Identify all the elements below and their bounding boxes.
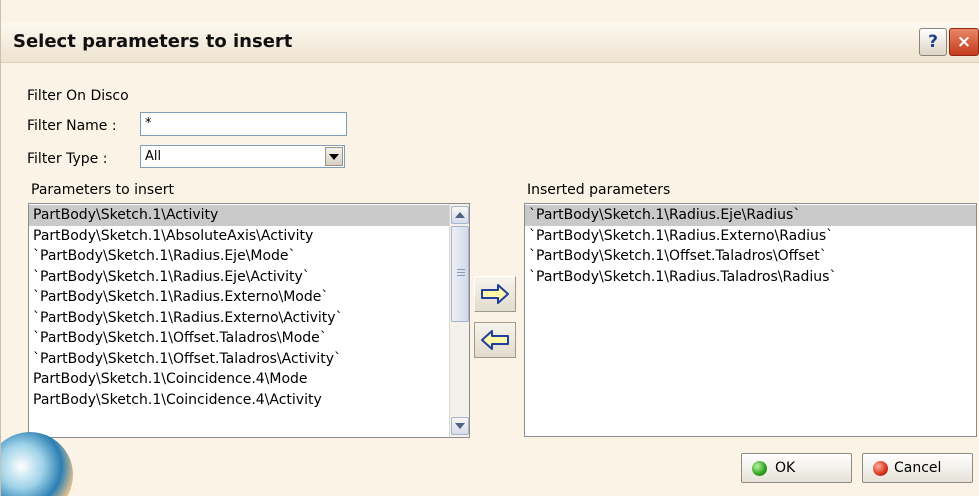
list-item[interactable]: `PartBody\Sketch.1\Radius.Externo\Radius… bbox=[525, 226, 976, 247]
list-item[interactable]: `PartBody\Sketch.1\Radius.Eje\Radius` bbox=[525, 205, 976, 226]
red-dot-icon bbox=[873, 460, 888, 476]
list-item[interactable]: PartBody\Sketch.1\Coincidence.4\Mode bbox=[29, 369, 469, 390]
remove-parameter-button[interactable] bbox=[474, 322, 516, 358]
vertical-scrollbar[interactable] bbox=[449, 204, 469, 437]
app-logo bbox=[1, 432, 73, 496]
scroll-thumb[interactable] bbox=[451, 226, 469, 322]
arrow-right-icon bbox=[481, 284, 509, 304]
chevron-down-icon bbox=[455, 423, 465, 429]
title-bar[interactable]: Select parameters to insert ? × bbox=[1, 23, 979, 63]
grip-line bbox=[457, 269, 465, 270]
help-button[interactable]: ? bbox=[919, 28, 947, 56]
list-item[interactable]: `PartBody\Sketch.1\Offset.Taladros\Mode` bbox=[29, 328, 469, 349]
arrow-left-icon bbox=[481, 330, 509, 350]
dropdown-button[interactable] bbox=[325, 147, 343, 166]
list-item[interactable]: `PartBody\Sketch.1\Radius.Externo\Mode` bbox=[29, 287, 469, 308]
grip-line bbox=[457, 275, 465, 276]
list-item[interactable]: `PartBody\Sketch.1\Radius.Taladros\Radiu… bbox=[525, 267, 976, 288]
green-dot-icon bbox=[752, 460, 767, 476]
filter-name-value: * bbox=[145, 116, 152, 131]
list-item[interactable]: `PartBody\Sketch.1\Radius.Eje\Mode` bbox=[29, 246, 469, 267]
list-item[interactable]: PartBody\Sketch.1\AbsoluteAxis\Activity bbox=[29, 226, 469, 247]
ok-label: OK bbox=[775, 460, 796, 476]
available-params-label: Parameters to insert bbox=[31, 182, 175, 198]
available-params-list[interactable]: PartBody\Sketch.1\Activity PartBody\Sket… bbox=[28, 203, 470, 438]
scroll-up-button[interactable] bbox=[451, 206, 469, 224]
close-button[interactable]: × bbox=[949, 28, 979, 56]
scroll-down-button[interactable] bbox=[451, 417, 469, 435]
cancel-label: Cancel bbox=[894, 460, 942, 476]
cancel-button[interactable]: Cancel bbox=[862, 453, 973, 483]
grip-line bbox=[457, 272, 465, 273]
filter-type-value: All bbox=[145, 149, 162, 164]
filter-type-select[interactable]: All bbox=[140, 145, 345, 168]
dialog-title: Select parameters to insert bbox=[13, 31, 293, 52]
chevron-down-icon bbox=[329, 153, 339, 160]
filter-name-label: Filter Name : bbox=[27, 118, 117, 134]
close-icon: × bbox=[956, 32, 972, 52]
ok-button[interactable]: OK bbox=[741, 453, 852, 483]
chevron-up-icon bbox=[455, 212, 465, 218]
list-item[interactable]: `PartBody\Sketch.1\Radius.Externo\Activi… bbox=[29, 308, 469, 329]
filter-type-label: Filter Type : bbox=[27, 151, 108, 167]
inserted-params-label: Inserted parameters bbox=[527, 182, 671, 198]
help-icon: ? bbox=[928, 32, 938, 52]
list-item[interactable]: PartBody\Sketch.1\Activity bbox=[29, 205, 469, 226]
list-item[interactable]: `PartBody\Sketch.1\Radius.Eje\Activity` bbox=[29, 267, 469, 288]
select-parameters-dialog: Select parameters to insert ? × Filter O… bbox=[0, 0, 979, 496]
list-item[interactable]: PartBody\Sketch.1\Coincidence.4\Activity bbox=[29, 390, 469, 411]
list-item[interactable]: `PartBody\Sketch.1\Offset.Taladros\Activ… bbox=[29, 349, 469, 370]
filter-name-input[interactable]: * bbox=[140, 112, 347, 136]
list-item[interactable]: `PartBody\Sketch.1\Offset.Taladros\Offse… bbox=[525, 246, 976, 267]
inserted-params-list[interactable]: `PartBody\Sketch.1\Radius.Eje\Radius` `P… bbox=[524, 203, 977, 437]
filter-group-label: Filter On Disco bbox=[27, 88, 129, 104]
insert-parameter-button[interactable] bbox=[474, 276, 516, 312]
